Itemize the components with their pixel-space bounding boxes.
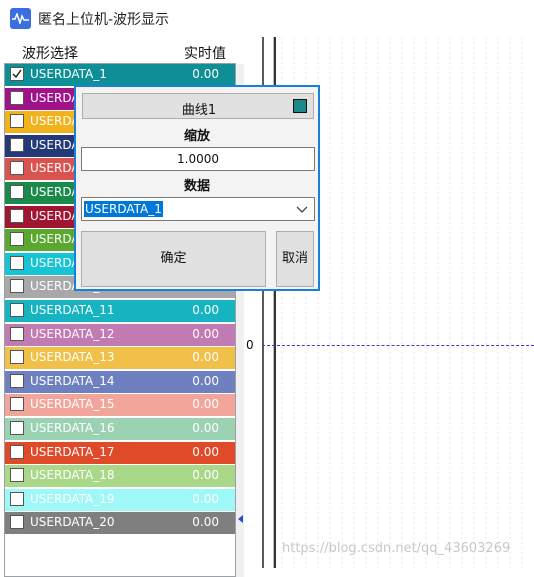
channel-checkbox[interactable] xyxy=(10,208,24,223)
channel-label: USERDATA_13 xyxy=(30,350,115,365)
data-source-select[interactable]: USERDATA_1 xyxy=(81,197,315,221)
curve-color-swatch[interactable] xyxy=(293,99,307,113)
channel-row[interactable]: USERDATA_12 0.00 xyxy=(5,323,235,346)
channel-value: 0.00 xyxy=(192,67,219,81)
scroll-left-arrow-icon[interactable] xyxy=(238,515,243,523)
title-bar: 匿名上位机-波形显示 xyxy=(0,0,534,37)
cancel-button[interactable]: 取消 xyxy=(276,231,314,287)
channel-checkbox[interactable] xyxy=(10,161,24,176)
channel-checkbox[interactable] xyxy=(10,137,24,152)
channel-label: USERDATA_18 xyxy=(30,468,115,483)
channel-value: 0.00 xyxy=(192,491,219,506)
channel-label: USERDATA_11 xyxy=(30,303,115,317)
data-label: 数据 xyxy=(183,179,210,194)
channel-value: 0.00 xyxy=(192,444,219,459)
channel-value: 0.00 xyxy=(192,373,219,388)
channel-label: USERDATA_17 xyxy=(30,444,115,459)
channel-row[interactable]: USERDATA_1 0.00 xyxy=(5,64,235,86)
channel-checkbox[interactable] xyxy=(10,444,24,459)
channel-checkbox[interactable] xyxy=(10,373,24,388)
channel-value: 0.00 xyxy=(192,303,219,317)
channel-row[interactable]: USERDATA_14 0.00 xyxy=(5,370,235,393)
channel-checkbox[interactable] xyxy=(10,326,24,341)
data-source-value: USERDATA_1 xyxy=(84,201,163,217)
y-zero-label: 0 xyxy=(246,338,254,352)
channel-checkbox[interactable] xyxy=(10,255,24,270)
channel-value: 0.00 xyxy=(192,515,219,530)
channel-label: USERDATA_20 xyxy=(30,515,115,530)
chevron-down-icon xyxy=(296,206,308,213)
channel-label: USERDATA_14 xyxy=(30,373,115,388)
channel-checkbox[interactable] xyxy=(10,350,24,365)
channel-checkbox[interactable] xyxy=(10,421,24,435)
channel-label: USERDATA_12 xyxy=(30,326,115,341)
channel-row[interactable]: USERDATA_20 0.00 xyxy=(5,512,235,535)
window-title: 匿名上位机-波形显示 xyxy=(38,12,170,28)
channel-label: USERDATA_15 xyxy=(30,397,115,412)
checkmark-icon xyxy=(12,69,22,79)
channel-checkbox[interactable] xyxy=(10,90,24,105)
zero-reference-line xyxy=(262,345,534,346)
channel-value: 0.00 xyxy=(192,397,219,412)
channel-checkbox[interactable] xyxy=(10,491,24,506)
column-header-value: 实时值 xyxy=(184,46,226,62)
channel-row[interactable]: USERDATA_17 0.00 xyxy=(5,441,235,464)
channel-label: USERDATA_1 xyxy=(30,67,107,81)
channel-checkbox[interactable] xyxy=(10,397,24,412)
scale-input[interactable]: 1.0000 xyxy=(81,147,315,171)
channel-row[interactable]: USERDATA_13 0.00 xyxy=(5,347,235,370)
channel-row[interactable]: USERDATA_18 0.00 xyxy=(5,465,235,488)
channel-checkbox[interactable] xyxy=(10,114,24,129)
app-waveform-icon xyxy=(10,8,31,29)
channel-label: USERDATA_19 xyxy=(30,491,115,506)
channel-checkbox[interactable] xyxy=(10,279,24,294)
column-header-select: 波形选择 xyxy=(22,46,78,62)
confirm-button[interactable]: 确定 xyxy=(81,231,266,287)
channel-row[interactable]: USERDATA_11 0.00 xyxy=(5,300,235,322)
watermark: https://blog.csdn.net/qq_43603269 xyxy=(282,541,511,556)
channel-row[interactable]: USERDATA_19 0.00 xyxy=(5,488,235,511)
channel-value: 0.00 xyxy=(192,326,219,341)
channel-checkbox[interactable] xyxy=(10,232,24,247)
channel-value: 0.00 xyxy=(192,350,219,365)
channel-checkbox[interactable] xyxy=(10,468,24,483)
channel-row[interactable]: USERDATA_15 0.00 xyxy=(5,394,235,417)
channel-row[interactable]: USERDATA_16 0.00 xyxy=(5,418,235,440)
channel-value: 0.00 xyxy=(192,421,219,435)
channel-checkbox[interactable] xyxy=(10,515,24,530)
channel-label: USERDATA_16 xyxy=(30,421,115,435)
channel-checkbox[interactable] xyxy=(10,185,24,199)
channel-checkbox[interactable] xyxy=(10,303,24,317)
scale-label: 缩放 xyxy=(183,129,210,144)
curve-label: 曲线1 xyxy=(181,103,217,118)
curve-header-button[interactable]: 曲线1 xyxy=(82,93,314,119)
channel-value: 0.00 xyxy=(192,468,219,483)
curve-settings-dialog: 曲线1 缩放 1.0000 数据 USERDATA_1 确定 取消 xyxy=(74,85,320,291)
channel-checkbox[interactable] xyxy=(10,67,24,81)
